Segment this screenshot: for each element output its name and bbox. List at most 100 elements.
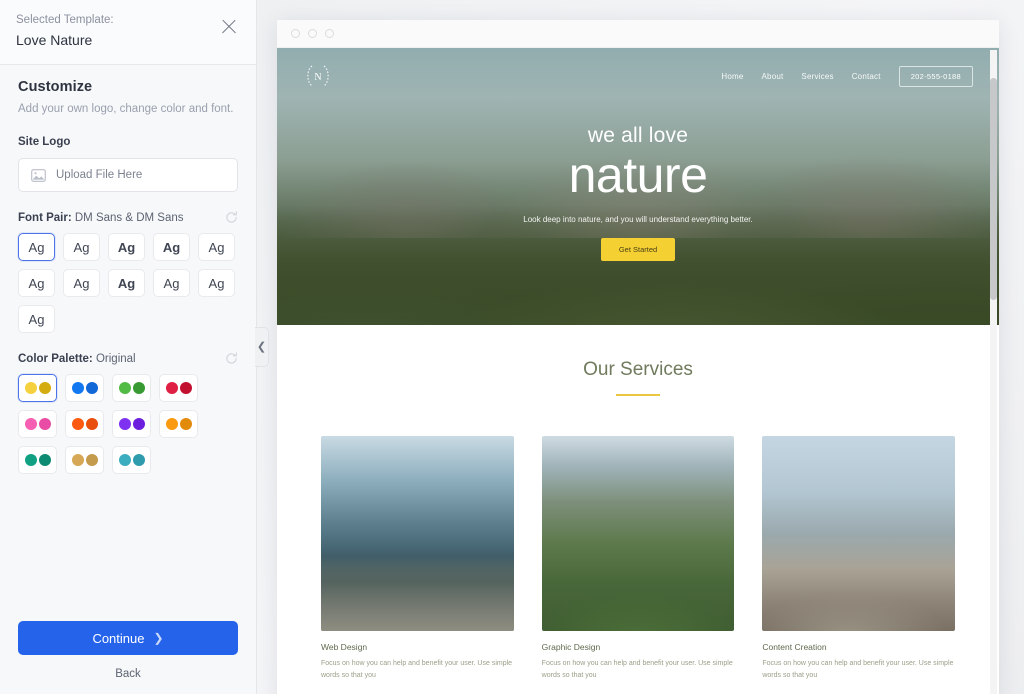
color-palette-label-text: Color Palette:: [18, 352, 93, 365]
color-palette-grid: [18, 374, 238, 474]
sidebar-body: Customize Add your own logo, change colo…: [0, 65, 256, 621]
service-card[interactable]: Graphic Design Focus on how you can help …: [541, 436, 735, 682]
color-palette-swatch-blue[interactable]: [65, 374, 104, 402]
color-dot: [118, 418, 131, 430]
color-palette-swatch-teal[interactable]: [18, 446, 57, 474]
font-pair-chip-label: Ag: [163, 275, 180, 291]
site-nav-link-contact[interactable]: Contact: [852, 72, 881, 81]
sidebar-footer: Continue ❯ Back: [0, 621, 256, 694]
color-palette-swatch-purple[interactable]: [112, 410, 151, 438]
site-nav-link-home[interactable]: Home: [721, 72, 743, 81]
font-pair-chip[interactable]: Ag: [18, 233, 55, 261]
window-dot-icon[interactable]: [291, 29, 300, 38]
font-pair-chip-label: Ag: [117, 239, 136, 255]
customize-title: Customize: [18, 79, 93, 95]
font-pair-chip-label: Ag: [208, 239, 225, 255]
color-palette-swatch-amber[interactable]: [159, 410, 198, 438]
refresh-icon[interactable]: [225, 211, 238, 224]
back-button[interactable]: Back: [18, 668, 238, 680]
sidebar-header: Selected Template: Love Nature: [0, 0, 256, 65]
font-pair-chip[interactable]: Ag: [108, 269, 145, 297]
collapse-panel-handle[interactable]: ❮: [255, 327, 269, 367]
color-dot: [85, 382, 98, 394]
services-card-list: Web Design Focus on how you can help and …: [277, 396, 999, 682]
upload-file-field[interactable]: Upload File Here: [18, 158, 238, 192]
site-logo[interactable]: N: [303, 61, 333, 91]
preview-stage: N Home About Services Contact 202-555-0188 w…: [257, 0, 1024, 694]
color-dot: [118, 382, 131, 394]
service-card-title: Web Design: [321, 642, 368, 652]
service-card[interactable]: Content Creation Focus on how you can hel…: [762, 436, 956, 682]
color-dot: [24, 382, 37, 394]
site-phone-button[interactable]: 202-555-0188: [898, 65, 973, 87]
color-palette-swatch-red[interactable]: [159, 374, 198, 402]
color-dot: [132, 418, 145, 430]
font-pair-value: DM Sans & DM Sans: [74, 211, 184, 224]
services-section: Our Services Web Design Focus on how you …: [277, 325, 999, 682]
site-navbar: N Home About Services Contact 202-555-0188: [277, 48, 999, 90]
font-pair-chip[interactable]: Ag: [153, 269, 190, 297]
font-pair-row: Font Pair: DM Sans & DM Sans: [18, 211, 238, 224]
color-dot: [165, 418, 178, 430]
color-dot: [38, 382, 51, 394]
color-dot: [71, 418, 84, 430]
color-dot: [24, 454, 37, 466]
font-pair-chip[interactable]: Ag: [63, 269, 100, 297]
font-pair-chip[interactable]: Ag: [198, 233, 235, 261]
upload-file-text: Upload File Here: [56, 169, 143, 181]
selected-template-block: Selected Template: Love Nature: [16, 12, 114, 50]
color-dot: [85, 454, 98, 466]
hero-headline: nature: [568, 147, 708, 203]
site-nav-link-about[interactable]: About: [762, 72, 784, 81]
color-dot: [38, 454, 51, 466]
font-pair-chip-label: Ag: [117, 275, 136, 291]
chevron-left-icon: ❮: [256, 340, 267, 353]
color-palette-swatch-original[interactable]: [18, 374, 57, 402]
color-palette-swatch-cyan[interactable]: [112, 446, 151, 474]
selected-template-name: Love Nature: [16, 32, 93, 48]
hero-copy: we all love nature Look deep into nature…: [277, 124, 999, 261]
font-pair-chip-label: Ag: [28, 239, 45, 255]
font-pair-chip[interactable]: Ag: [108, 233, 145, 261]
font-pair-chip[interactable]: Ag: [18, 269, 55, 297]
service-card-title: Graphic Design: [541, 642, 601, 652]
font-pair-chip-label: Ag: [208, 275, 225, 291]
color-palette-row: Color Palette: Original: [18, 352, 238, 365]
font-pair-chip-label: Ag: [28, 311, 45, 327]
color-dot: [179, 382, 192, 394]
service-card-description: Focus on how you can help and benefit yo…: [541, 660, 733, 679]
font-pair-label: Font Pair: DM Sans & DM Sans: [18, 212, 184, 224]
refresh-icon[interactable]: [225, 352, 238, 365]
window-dot-icon[interactable]: [325, 29, 334, 38]
color-palette-swatch-green[interactable]: [112, 374, 151, 402]
service-card-title: Content Creation: [762, 642, 827, 652]
site-preview-content: N Home About Services Contact 202-555-0188 w…: [277, 48, 999, 694]
window-dot-icon[interactable]: [308, 29, 317, 38]
color-palette-swatch-gold[interactable]: [65, 446, 104, 474]
font-pair-chip[interactable]: Ag: [18, 305, 55, 333]
customize-subtitle: Add your own logo, change color and font…: [18, 103, 234, 115]
color-palette-swatch-pink[interactable]: [18, 410, 57, 438]
browser-preview-window: N Home About Services Contact 202-555-0188 w…: [277, 20, 999, 694]
site-nav-link-services[interactable]: Services: [801, 72, 833, 81]
color-dot: [24, 418, 37, 430]
color-dot: [118, 454, 131, 466]
hero-cta-button[interactable]: Get Started: [600, 238, 676, 261]
color-dot: [132, 454, 145, 466]
continue-button[interactable]: Continue ❯: [18, 621, 238, 655]
color-dot: [38, 418, 51, 430]
font-pair-chip[interactable]: Ag: [153, 233, 190, 261]
font-pair-grid: Ag Ag Ag Ag Ag Ag Ag Ag Ag Ag Ag: [18, 233, 238, 333]
font-pair-chip[interactable]: Ag: [63, 233, 100, 261]
service-card-image: [541, 436, 735, 631]
close-icon[interactable]: [218, 15, 240, 37]
font-pair-chip[interactable]: Ag: [198, 269, 235, 297]
color-dot: [132, 382, 145, 394]
template-customizer-app: Selected Template: Love Nature Customize…: [0, 0, 1024, 694]
font-pair-chip-label: Ag: [162, 239, 181, 255]
font-pair-chip-label: Ag: [73, 275, 90, 291]
color-palette-swatch-orange[interactable]: [65, 410, 104, 438]
service-card[interactable]: Web Design Focus on how you can help and …: [321, 436, 514, 682]
service-card-description: Focus on how you can help and benefit yo…: [321, 660, 513, 679]
image-icon: [31, 168, 46, 182]
